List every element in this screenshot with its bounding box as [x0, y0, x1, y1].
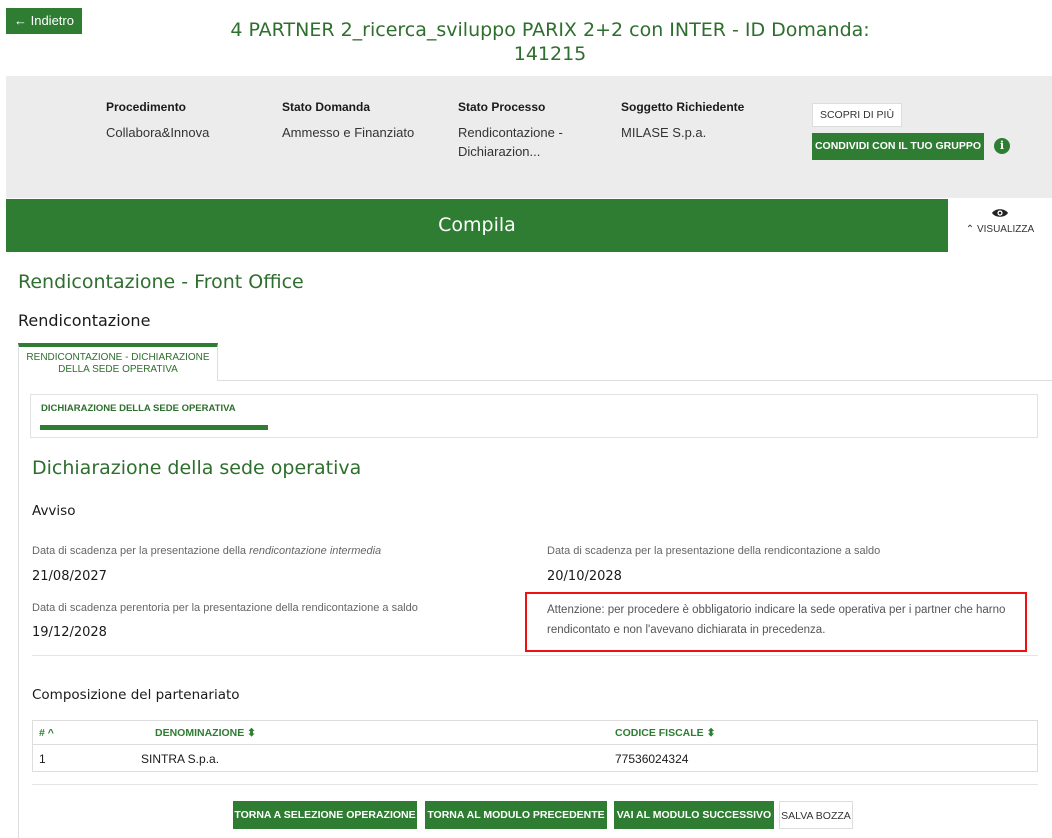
torna-precedente-button[interactable]: TORNA AL MODULO PRECEDENTE — [425, 801, 607, 829]
scadenza-intermedia-label-a: Data di scadenza per la presentazione de… — [32, 545, 250, 557]
stato-domanda-field: Stato Domanda Ammesso e Finanziato — [282, 100, 414, 142]
compila-bar: Compila — [6, 199, 948, 252]
scadenza-perentoria-label: Data di scadenza perentoria per la prese… — [32, 602, 418, 614]
stato-domanda-value: Ammesso e Finanziato — [282, 125, 415, 140]
col-number-header[interactable]: # ^ — [39, 721, 54, 745]
stato-processo-field: Stato Processo Rendicontazione - Dichiar… — [458, 100, 563, 161]
divider — [32, 655, 1038, 656]
partenariato-table: # ^ DENOMINAZIONE ⬍ CODICE FISCALE ⬍ 1 S… — [32, 720, 1038, 772]
divider — [32, 784, 1038, 785]
scadenza-intermedia-label-b: rendicontazione intermedia — [249, 545, 382, 557]
title-line-1: 4 PARTNER 2_ricerca_sviluppo PARIX 2+2 c… — [230, 19, 870, 41]
rendicontazione-heading: Rendicontazione — [18, 311, 151, 330]
tab-label-line-2: DELLA SEDE OPERATIVA — [58, 364, 178, 375]
tab-dichiarazione-sede[interactable]: RENDICONTAZIONE - DICHIARAZIONE DELLA SE… — [18, 343, 218, 381]
vai-successivo-button[interactable]: VAI AL MODULO SUCCESSIVO — [614, 801, 774, 829]
stato-processo-value-1: Rendicontazione - — [458, 125, 563, 140]
eye-icon — [992, 209, 1008, 217]
soggetto-field: Soggetto Richiedente MILASE S.p.a. — [621, 100, 744, 142]
torna-selezione-button[interactable]: TORNA A SELEZIONE OPERAZIONE — [233, 801, 417, 829]
attention-note-text: Attenzione: per procedere è obbligatorio… — [547, 604, 1006, 636]
stato-processo-value-2: Dichiarazion... — [458, 144, 541, 159]
scadenza-perentoria-value: 19/12/2028 — [32, 625, 107, 640]
cell-codice-fiscale: 77536024324 — [615, 752, 689, 766]
section-heading: Dichiarazione della sede operativa — [32, 457, 362, 479]
subtab-bar: DICHIARAZIONE DELLA SEDE OPERATIVA — [30, 394, 1038, 438]
scadenza-saldo-value: 20/10/2028 — [547, 569, 622, 584]
subtab-active-indicator — [40, 425, 268, 430]
scadenza-intermedia-value: 21/08/2027 — [32, 569, 107, 584]
condividi-gruppo-button[interactable]: CONDIVIDI CON IL TUO GRUPPO — [812, 133, 984, 160]
procedimento-field: Procedimento Collabora&Innova — [106, 100, 209, 142]
col-codice-fiscale-header[interactable]: CODICE FISCALE ⬍ — [615, 721, 715, 745]
page-title: 4 PARTNER 2_ricerca_sviluppo PARIX 2+2 c… — [150, 18, 950, 66]
salva-bozza-button[interactable]: SALVA BOZZA — [779, 801, 853, 829]
visualizza-toggle[interactable]: ⌃ VISUALIZZA — [948, 199, 1052, 252]
col-denominazione-header[interactable]: DENOMINAZIONE ⬍ — [155, 721, 256, 745]
back-button[interactable]: ← Indietro — [6, 8, 82, 34]
stato-domanda-label: Stato Domanda — [282, 100, 371, 114]
soggetto-value: MILASE S.p.a. — [621, 125, 707, 140]
scopri-di-piu-button[interactable]: SCOPRI DI PIÙ — [812, 103, 902, 127]
tab-label-line-1: RENDICONTAZIONE - DICHIARAZIONE — [26, 352, 210, 363]
avviso-heading: Avviso — [32, 503, 76, 519]
cell-number: 1 — [39, 752, 46, 766]
stato-processo-label: Stato Processo — [458, 100, 546, 114]
table-row: 1 SINTRA S.p.a. 77536024324 — [33, 745, 1037, 771]
title-line-2: 141215 — [513, 43, 587, 65]
attention-note: Attenzione: per procedere è obbligatorio… — [525, 592, 1027, 652]
table-header-row: # ^ DENOMINAZIONE ⬍ CODICE FISCALE ⬍ — [33, 721, 1037, 745]
subtab-dichiarazione[interactable]: DICHIARAZIONE DELLA SEDE OPERATIVA — [41, 403, 236, 414]
front-office-heading: Rendicontazione - Front Office — [18, 271, 304, 293]
scadenza-intermedia-label: Data di scadenza per la presentazione de… — [32, 545, 381, 557]
cell-denominazione: SINTRA S.p.a. — [141, 752, 220, 766]
scadenza-saldo-label: Data di scadenza per la presentazione de… — [547, 545, 881, 557]
procedimento-label: Procedimento — [106, 100, 187, 114]
info-icon[interactable]: i — [994, 138, 1010, 154]
partenariato-heading: Composizione del partenariato — [32, 687, 240, 703]
soggetto-label: Soggetto Richiedente — [621, 100, 745, 114]
application-info-panel: Procedimento Collabora&Innova Stato Doma… — [6, 76, 1052, 198]
procedimento-value: Collabora&Innova — [106, 125, 210, 140]
visualizza-label: ⌃ VISUALIZZA — [965, 224, 1035, 235]
